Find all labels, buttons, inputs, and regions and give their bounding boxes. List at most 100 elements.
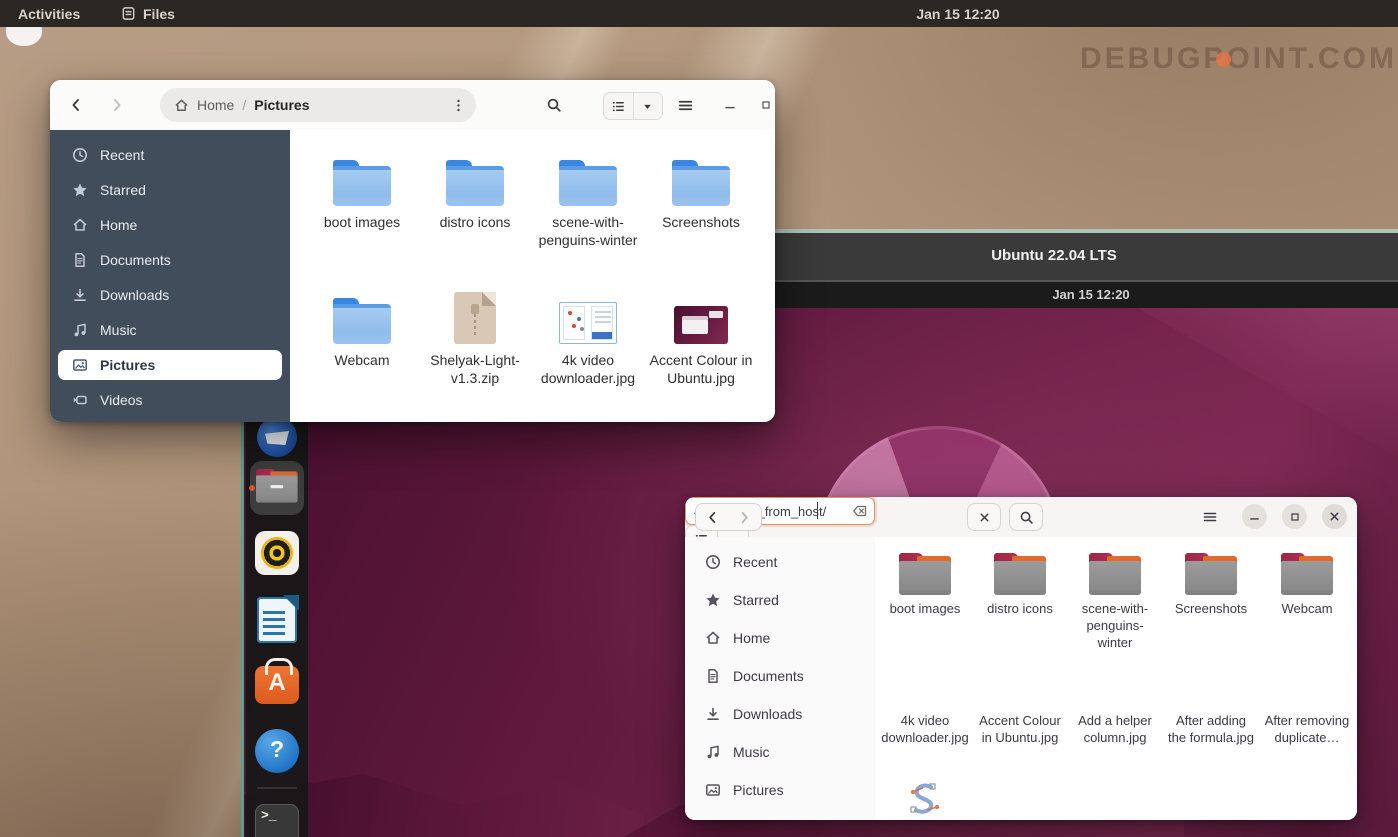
sidebar: Recent Starred Home Documents Downloads …: [50, 130, 290, 422]
file-tile[interactable]: boot images: [310, 150, 414, 232]
file-tile[interactable]: boot images: [880, 545, 970, 618]
sidebar-item-music[interactable]: Music: [691, 735, 867, 769]
maximize-button[interactable]: [1282, 504, 1307, 529]
file-name: 4k video downloader.jpg: [880, 713, 970, 747]
file-tile[interactable]: Add a helper column.jpg: [1070, 657, 1160, 747]
sidebar-label: Videos: [100, 392, 143, 408]
sidebar-item-recent[interactable]: Recent: [691, 545, 867, 579]
file-tile[interactable]: After adding the formula.jpg: [1166, 657, 1256, 747]
file-tile[interactable]: CalcSheet: [1262, 770, 1352, 820]
file-name: Accent Colour in Ubuntu.jpg: [975, 713, 1065, 747]
list-view-icon[interactable]: [604, 93, 633, 119]
clock-label: Jan 15 12:20: [916, 6, 999, 22]
forward-button[interactable]: [728, 503, 762, 531]
file-grid[interactable]: boot images distro icons scene-with-peng…: [290, 130, 775, 422]
ubuntu-software-icon[interactable]: [255, 666, 299, 704]
headerbar[interactable]: Home / Pictures: [50, 80, 775, 131]
breadcrumb-root[interactable]: Home: [197, 97, 234, 113]
host-top-bar: Activities Files Jan 15 12:20: [0, 0, 1398, 27]
sidebar-item-home[interactable]: Home: [691, 621, 867, 655]
file-tile[interactable]: 4k video downloader.jpg: [880, 657, 970, 747]
view-options-dropdown-icon[interactable]: [633, 93, 663, 119]
focused-app-label: Files: [143, 6, 175, 22]
sidebar-item-pictures[interactable]: Pictures: [58, 350, 282, 380]
zip-archive-icon: [454, 292, 496, 344]
minimize-button[interactable]: [1242, 504, 1267, 529]
rhythmbox-icon[interactable]: [255, 531, 299, 575]
folder-icon: [1281, 553, 1333, 595]
files-window-host: Home / Pictures Recent Starred Home Docu…: [50, 80, 775, 422]
sidebar-item-downloads[interactable]: Downloads: [691, 697, 867, 731]
focused-app-menu[interactable]: Files: [121, 0, 175, 27]
help-icon[interactable]: [255, 729, 299, 773]
sidebar-item-videos[interactable]: Videos: [58, 385, 282, 415]
file-tile[interactable]: Basic Title: [975, 770, 1065, 820]
sidebar-item-starred[interactable]: Starred: [58, 175, 282, 205]
file-name: Screenshots: [1166, 601, 1256, 618]
breadcrumb-separator: /: [242, 97, 246, 113]
sidebar-item-documents[interactable]: Documents: [691, 659, 867, 693]
sidebar: Recent Starred Home Documents Downloads …: [685, 537, 876, 820]
sidebar-item-home[interactable]: Home: [58, 210, 282, 240]
search-button[interactable]: [1009, 503, 1043, 531]
forward-button[interactable]: [101, 89, 133, 121]
close-location-button[interactable]: [967, 503, 1001, 531]
clock-menu[interactable]: Jan 15 12:20: [916, 0, 999, 27]
file-name: Webcam: [1262, 601, 1352, 618]
file-tile[interactable]: Shelyak-Light-v1.3.zip: [423, 288, 527, 387]
sidebar-item-starred[interactable]: Starred: [691, 583, 867, 617]
back-button[interactable]: [695, 503, 729, 531]
sidebar-item-downloads[interactable]: Downloads: [58, 280, 282, 310]
view-toggle-button[interactable]: [603, 92, 663, 120]
sidebar-item-pictures[interactable]: Pictures: [691, 773, 867, 807]
sidebar-label: Starred: [733, 592, 779, 608]
sidebar-item-music[interactable]: Music: [58, 315, 282, 345]
file-tile[interactable]: scene-with-penguins-winter: [536, 150, 640, 249]
sidebar-item-documents[interactable]: Documents: [58, 245, 282, 275]
wallpaper-watermark-text: DEBUGPOINT.COM: [1080, 42, 1397, 76]
file-name: distro icons: [423, 214, 527, 232]
file-tile[interactable]: scene-with-penguins-winter: [1070, 545, 1160, 652]
file-tile[interactable]: Webcam: [310, 288, 414, 370]
close-button[interactable]: [1322, 504, 1347, 529]
menu-button[interactable]: [669, 89, 701, 121]
file-grid[interactable]: boot images distro icons scene-with-peng…: [875, 537, 1357, 820]
file-tile[interactable]: blissful-i-Sc: [1166, 770, 1256, 820]
dots-vertical-icon[interactable]: [451, 98, 466, 113]
image-file-icon: [997, 669, 1043, 707]
file-tile[interactable]: distro icons: [423, 150, 527, 232]
file-tile[interactable]: Accent Colour in Ubuntu.jpg: [975, 657, 1065, 747]
file-tile[interactable]: Screenshots: [1166, 545, 1256, 618]
minimize-button[interactable]: [714, 89, 746, 121]
file-tile[interactable]: distro icons: [975, 545, 1065, 618]
wallpaper-shape: [1138, 308, 1398, 458]
menu-button[interactable]: [1193, 503, 1227, 531]
file-tile[interactable]: Blackbox: [1070, 770, 1160, 820]
file-tile[interactable]: Accent Colour in Ubuntu.jpg: [649, 288, 753, 387]
breadcrumb[interactable]: Home / Pictures: [160, 88, 476, 122]
file-tile[interactable]: Webcam: [1262, 545, 1352, 618]
libreoffice-writer-icon[interactable]: [257, 597, 297, 643]
wallpaper-watermark-dot: [1216, 52, 1231, 67]
folder-icon: [1185, 553, 1237, 595]
image-file-icon: [1188, 669, 1234, 707]
file-tile[interactable]: 4k video downloader.jpg: [536, 288, 640, 387]
terminal-icon[interactable]: [255, 804, 299, 837]
breadcrumb-current[interactable]: Pictures: [254, 97, 309, 113]
thunderbird-icon[interactable]: [257, 417, 297, 457]
file-tile[interactable]: Aashit-icon: [880, 770, 970, 820]
file-name: Webcam: [310, 352, 414, 370]
files-app-active-background[interactable]: [250, 461, 304, 515]
file-tile[interactable]: After removing duplicate…: [1262, 657, 1352, 747]
search-button[interactable]: [538, 89, 570, 121]
vm-window-title: Ubuntu 22.04 LTS: [991, 247, 1117, 264]
file-name: Shelyak-Light-v1.3.zip: [423, 352, 527, 387]
headerbar[interactable]: 43/pictures_from_host/: [685, 497, 1357, 538]
sidebar-label: Recent: [100, 147, 144, 163]
activities-button[interactable]: Activities: [18, 0, 80, 27]
file-tile[interactable]: Screenshots: [649, 150, 753, 232]
sidebar-item-recent[interactable]: Recent: [58, 140, 282, 170]
clear-entry-icon[interactable]: [852, 503, 868, 519]
back-button[interactable]: [60, 89, 92, 121]
maximize-button[interactable]: [750, 89, 775, 121]
